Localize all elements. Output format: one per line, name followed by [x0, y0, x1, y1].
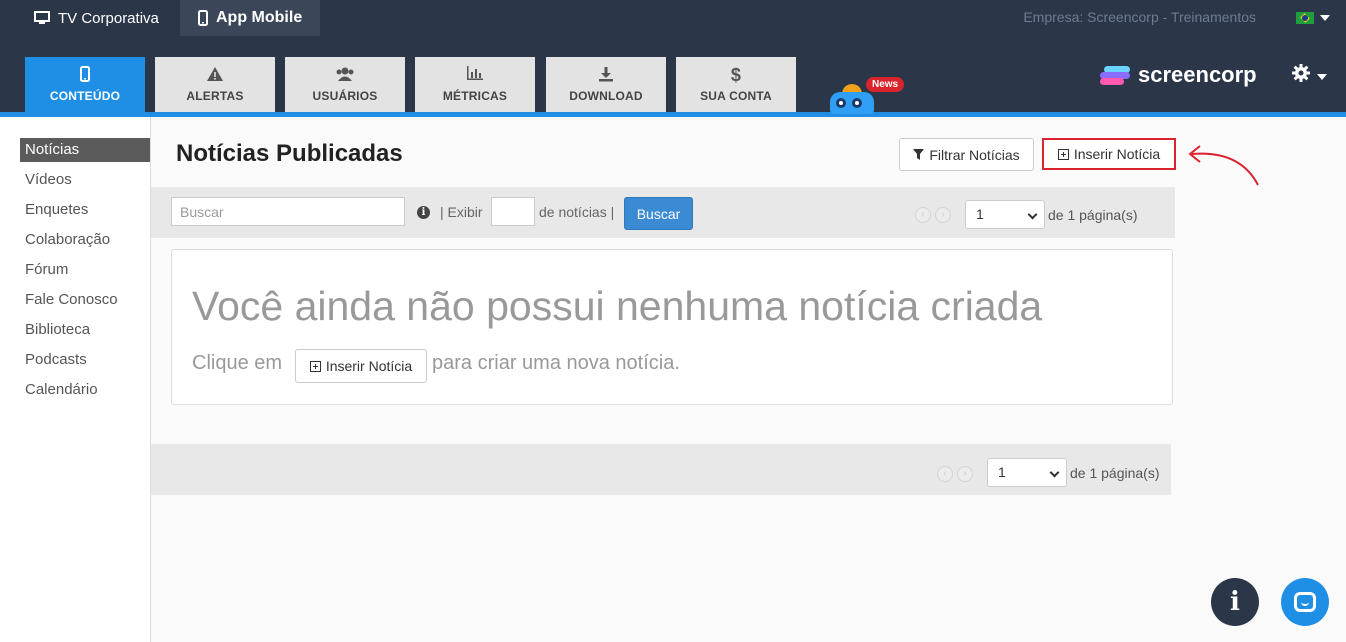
top-bar: TV Corporativa App Mobile Empresa: Scree… [0, 0, 1346, 36]
download-icon [598, 66, 614, 84]
empty-state-suffix: para criar uma nova notícia. [432, 352, 680, 374]
screencorp-logo: screencorp [1100, 62, 1257, 88]
next-page-icon[interactable]: › [957, 466, 973, 482]
tab-usuarios[interactable]: USUÁRIOS [285, 57, 405, 112]
tab-tv-corporativa[interactable]: TV Corporativa [20, 0, 180, 36]
inline-insert-news-label: Inserir Notícia [325, 358, 413, 374]
next-page-icon[interactable]: › [935, 207, 951, 223]
red-arrow-annotation [1188, 145, 1259, 186]
sidebar-item-enquetes[interactable]: Enquetes [20, 198, 150, 222]
sidebar-item-forum[interactable]: Fórum [20, 258, 150, 282]
plus-square-icon [309, 360, 321, 372]
tab-sua-conta-label: SUA CONTA [700, 89, 772, 103]
filter-news-label: Filtrar Notícias [929, 146, 1020, 163]
bottom-page-count-label: de 1 página(s) [1070, 465, 1160, 481]
tab-app-mobile[interactable]: App Mobile [180, 0, 320, 36]
sidebar-item-biblioteca[interactable]: Biblioteca [20, 318, 150, 342]
tab-conteudo-label: CONTEÚDO [49, 89, 121, 103]
empty-state-prefix: Clique em [192, 352, 283, 374]
insert-news-button[interactable]: Inserir Notícia [1042, 138, 1176, 170]
inline-insert-news-button[interactable]: Inserir Notícia [295, 349, 427, 383]
chat-button[interactable] [1281, 578, 1329, 626]
warning-icon [206, 66, 224, 84]
tab-metricas-label: MÉTRICAS [442, 89, 508, 103]
tab-download-label: DOWNLOAD [569, 89, 643, 103]
tab-conteudo[interactable]: CONTEÚDO [25, 57, 145, 112]
mobile-icon [80, 66, 90, 84]
chevron-down-icon [1027, 209, 1038, 220]
company-name: Empresa: Screencorp - Treinamentos [1023, 9, 1256, 25]
chat-icon [1294, 592, 1316, 612]
tab-usuarios-label: USUÁRIOS [312, 89, 378, 103]
sidebar-item-colaboracao[interactable]: Colaboração [20, 228, 150, 252]
filter-icon [913, 149, 925, 160]
bottom-page-select-value: 1 [998, 464, 1006, 480]
tab-app-mobile-label: App Mobile [216, 9, 303, 26]
page-select[interactable]: 1 [965, 200, 1045, 229]
info-icon: i [1230, 587, 1240, 617]
sidebar-item-noticias[interactable]: Notícias [20, 138, 150, 162]
exibir-label: | Exibir [440, 204, 483, 220]
sidebar-item-fale-conosco[interactable]: Fale Conosco [20, 288, 150, 312]
tab-metricas[interactable]: MÉTRICAS [415, 57, 535, 112]
bottom-page-select[interactable]: 1 [987, 458, 1067, 487]
bar-chart-icon [466, 66, 484, 84]
users-icon [335, 66, 355, 84]
tab-alertas[interactable]: ALERTAS [155, 57, 275, 112]
insert-news-label: Inserir Notícia [1073, 146, 1161, 162]
mobile-icon [198, 10, 208, 26]
de-noticias-label: de notícias | [539, 204, 615, 220]
tab-tv-corporativa-label: TV Corporativa [58, 9, 159, 27]
search-input[interactable] [171, 197, 405, 226]
tab-sua-conta[interactable]: $ SUA CONTA [676, 57, 796, 112]
sidebar-item-podcasts[interactable]: Podcasts [20, 348, 150, 372]
chevron-down-icon [1049, 467, 1060, 478]
gear-icon[interactable] [1292, 64, 1310, 86]
dollar-icon: $ [730, 65, 742, 85]
sidebar-item-videos[interactable]: Vídeos [20, 168, 150, 192]
prev-page-icon[interactable]: ‹ [937, 466, 953, 482]
plus-square-icon [1057, 148, 1069, 160]
screencorp-logo-icon [1100, 64, 1130, 86]
chevron-down-icon[interactable] [1317, 74, 1327, 80]
brazil-flag-icon[interactable] [1296, 12, 1314, 24]
search-button[interactable]: Buscar [624, 197, 693, 230]
sidebar-item-calendario[interactable]: Calendário [20, 378, 150, 402]
news-badge[interactable]: News [866, 77, 905, 92]
page-title: Notícias Publicadas [176, 140, 403, 167]
page-size-input[interactable] [491, 197, 535, 226]
page-select-value: 1 [976, 206, 984, 222]
help-info-button[interactable]: i [1211, 578, 1259, 626]
filter-news-button[interactable]: Filtrar Notícias [899, 138, 1034, 171]
logo-text: screencorp [1138, 62, 1257, 87]
info-icon[interactable]: i [417, 206, 430, 219]
chevron-down-icon[interactable] [1320, 15, 1330, 21]
empty-state-heading: Você ainda não possui nenhuma notícia cr… [192, 283, 1043, 329]
monitor-icon [34, 11, 50, 24]
prev-page-icon[interactable]: ‹ [915, 207, 931, 223]
tab-download[interactable]: DOWNLOAD [546, 57, 666, 112]
tab-alertas-label: ALERTAS [186, 89, 244, 103]
page-count-label: de 1 página(s) [1048, 207, 1138, 223]
